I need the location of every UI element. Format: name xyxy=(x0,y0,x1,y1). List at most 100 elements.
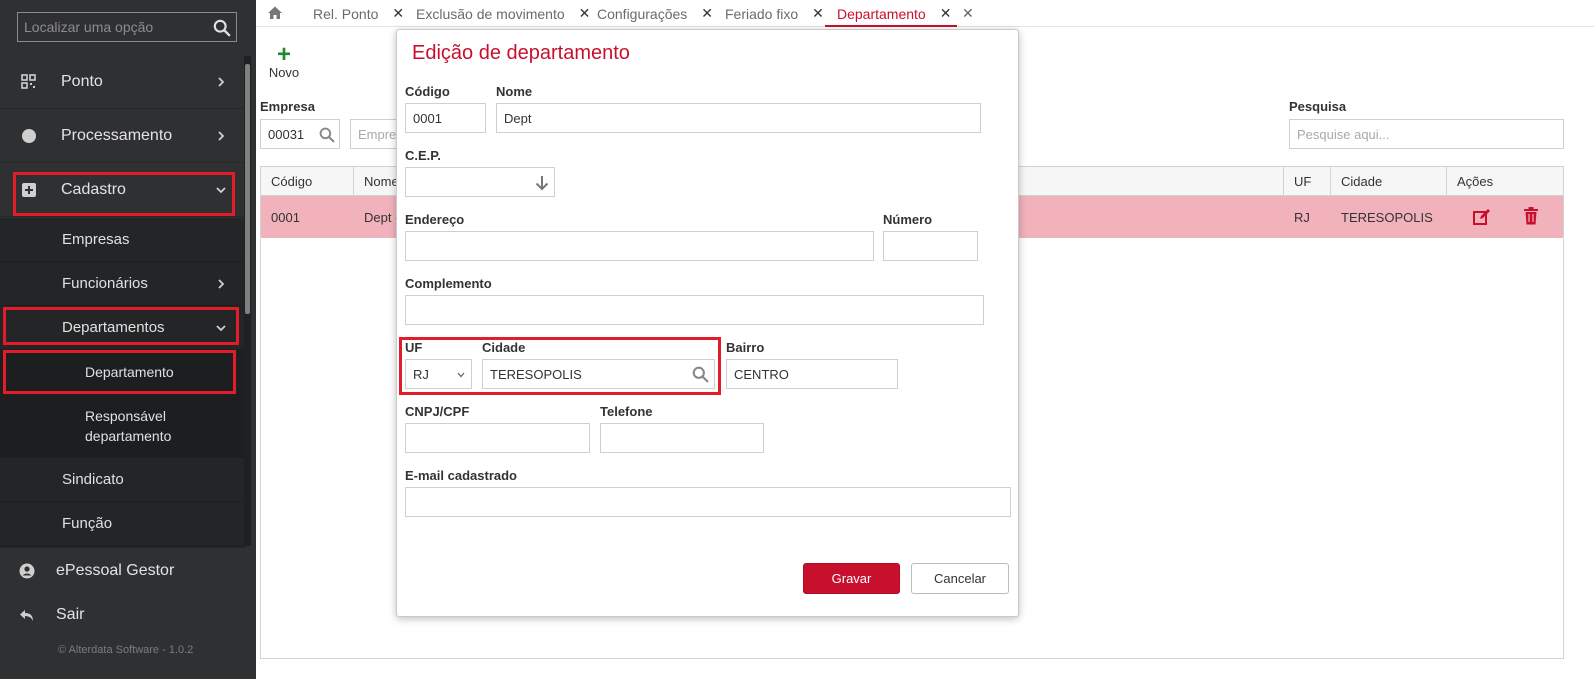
sidebar-item-departamento[interactable]: Departamento xyxy=(0,350,246,394)
chevron-right-icon xyxy=(218,131,225,141)
sidebar-item-sair[interactable]: Sair xyxy=(0,593,256,637)
uf-label: UF xyxy=(405,340,423,355)
col-acoes: Ações xyxy=(1447,167,1564,196)
col-cidade[interactable]: Cidade xyxy=(1331,167,1447,196)
user-circle-icon xyxy=(19,563,35,579)
tab-label: Departamento xyxy=(837,5,926,22)
empresa-code-field[interactable]: 00031 xyxy=(260,119,340,149)
tab-label: Feriado fixo xyxy=(725,5,799,22)
copyright: © Alterdata Software - 1.0.2 xyxy=(58,644,194,656)
uf-select[interactable]: RJ xyxy=(405,359,472,389)
scrollbar-thumb[interactable] xyxy=(245,64,250,314)
tab-exclusao-movimento[interactable]: Exclusão de movimento ✕ xyxy=(416,0,590,27)
plus-icon: + xyxy=(276,41,291,68)
header-label: Ações xyxy=(1457,174,1494,189)
close-all-tabs[interactable]: ✕ xyxy=(962,0,974,27)
complemento-label: Complemento xyxy=(405,276,492,291)
col-uf[interactable]: UF xyxy=(1284,167,1331,196)
chevron-right-icon xyxy=(218,278,225,289)
close-icon[interactable]: ✕ xyxy=(812,5,824,22)
sidebar-item-label: Sair xyxy=(56,606,85,623)
header-label: Código xyxy=(271,174,313,189)
sidebar-search[interactable] xyxy=(17,12,237,42)
search-icon[interactable] xyxy=(692,366,709,383)
email-field[interactable] xyxy=(405,487,1011,517)
endereco-field[interactable] xyxy=(405,231,874,261)
home-icon[interactable] xyxy=(267,5,283,21)
sidebar-item-label: Funcionários xyxy=(62,275,148,292)
col-codigo[interactable]: Código xyxy=(261,167,354,196)
sidebar-item-epessoal-gestor[interactable]: ePessoal Gestor xyxy=(0,549,256,593)
edit-department-dialog: Edição de departamento Código 0001 Nome … xyxy=(396,29,1019,617)
numero-field[interactable] xyxy=(883,231,978,261)
trash-icon[interactable] xyxy=(1523,207,1539,225)
sidebar-item-label: Cadastro xyxy=(61,181,126,198)
close-icon[interactable]: ✕ xyxy=(701,5,713,22)
arrow-down-icon[interactable] xyxy=(535,175,549,191)
pesquisa-label: Pesquisa xyxy=(1289,99,1347,114)
complemento-field[interactable] xyxy=(405,295,984,325)
header-label: Cidade xyxy=(1341,174,1383,189)
telefone-field[interactable] xyxy=(600,423,764,453)
cancel-button[interactable]: Cancelar xyxy=(911,563,1009,594)
search-icon[interactable] xyxy=(213,19,231,37)
save-button[interactable]: Gravar xyxy=(803,563,900,594)
search-icon[interactable] xyxy=(319,127,335,143)
cidade-label: Cidade xyxy=(482,340,526,355)
sidebar-search-input[interactable] xyxy=(18,13,236,41)
reply-icon xyxy=(20,610,33,621)
tab-departamento[interactable]: Departamento ✕ xyxy=(824,0,958,27)
bairro-field[interactable]: CENTRO xyxy=(726,359,898,389)
tab-label: Configurações xyxy=(597,5,688,22)
sidebar-item-label: Responsável departamento xyxy=(85,407,172,444)
tab-feriado-fixo[interactable]: Feriado fixo ✕ xyxy=(725,0,824,27)
telefone-label: Telefone xyxy=(600,404,653,419)
email-label: E-mail cadastrado xyxy=(405,468,517,483)
close-icon[interactable]: ✕ xyxy=(579,5,591,22)
sidebar-item-empresas[interactable]: Empresas xyxy=(0,218,246,262)
close-icon[interactable]: ✕ xyxy=(962,5,974,22)
header-label: Nome xyxy=(364,174,399,189)
cell-uf: RJ xyxy=(1294,209,1310,225)
sidebar-scrollbar[interactable] xyxy=(244,56,251,546)
tab-label: Rel. Ponto xyxy=(313,5,379,22)
cnpj-field[interactable] xyxy=(405,423,590,453)
cnpj-label: CNPJ/CPF xyxy=(405,404,470,419)
chevron-right-icon xyxy=(218,77,225,87)
sidebar-item-label: Função xyxy=(62,515,113,532)
empresa-name-placeholder: Empre xyxy=(358,126,397,142)
sidebar-item-label: Departamentos xyxy=(62,319,165,336)
cell-nome: Dept - xyxy=(364,209,400,225)
sidebar-item-label: ePessoal Gestor xyxy=(56,562,175,579)
dialog-title: Edição de departamento xyxy=(412,42,630,64)
plus-square-icon xyxy=(22,183,36,197)
cell-cidade: TERESOPOLIS xyxy=(1341,209,1433,225)
tab-rel-ponto[interactable]: Rel. Ponto ✕ xyxy=(313,0,404,27)
grid-icon xyxy=(21,74,36,89)
sidebar-item-cadastro[interactable]: Cadastro xyxy=(0,164,246,217)
new-button[interactable]: + Novo xyxy=(266,41,302,81)
chevron-down-icon xyxy=(216,187,226,194)
close-icon[interactable]: ✕ xyxy=(940,5,952,22)
codigo-field[interactable]: 0001 xyxy=(405,103,486,133)
tab-configuracoes[interactable]: Configurações ✕ xyxy=(597,0,713,27)
cep-field[interactable] xyxy=(405,167,555,197)
sidebar-item-responsavel-departamento[interactable]: Responsável departamento xyxy=(0,394,246,458)
sidebar-item-departamentos[interactable]: Departamentos xyxy=(0,306,246,350)
nome-field[interactable]: Dept xyxy=(496,103,981,133)
circle-icon xyxy=(22,129,36,143)
sidebar-item-sindicato[interactable]: Sindicato xyxy=(0,458,246,502)
empresa-code-value: 00031 xyxy=(268,126,305,142)
uf-value: RJ xyxy=(413,366,429,382)
sidebar-item-funcao[interactable]: Função xyxy=(0,502,246,546)
close-icon[interactable]: ✕ xyxy=(392,5,404,22)
cidade-field[interactable]: TERESOPOLIS xyxy=(482,359,715,389)
cell-codigo: 0001 xyxy=(271,209,300,225)
tab-label: Exclusão de movimento xyxy=(416,5,565,22)
sidebar-item-processamento[interactable]: Processamento xyxy=(0,110,246,163)
pesquisa-input[interactable]: Pesquise aqui... xyxy=(1289,119,1564,149)
sidebar-item-label: Sindicato xyxy=(62,471,124,488)
edit-icon[interactable] xyxy=(1473,208,1491,226)
sidebar-item-funcionarios[interactable]: Funcionários xyxy=(0,262,246,306)
sidebar-item-ponto[interactable]: Ponto xyxy=(0,56,246,109)
